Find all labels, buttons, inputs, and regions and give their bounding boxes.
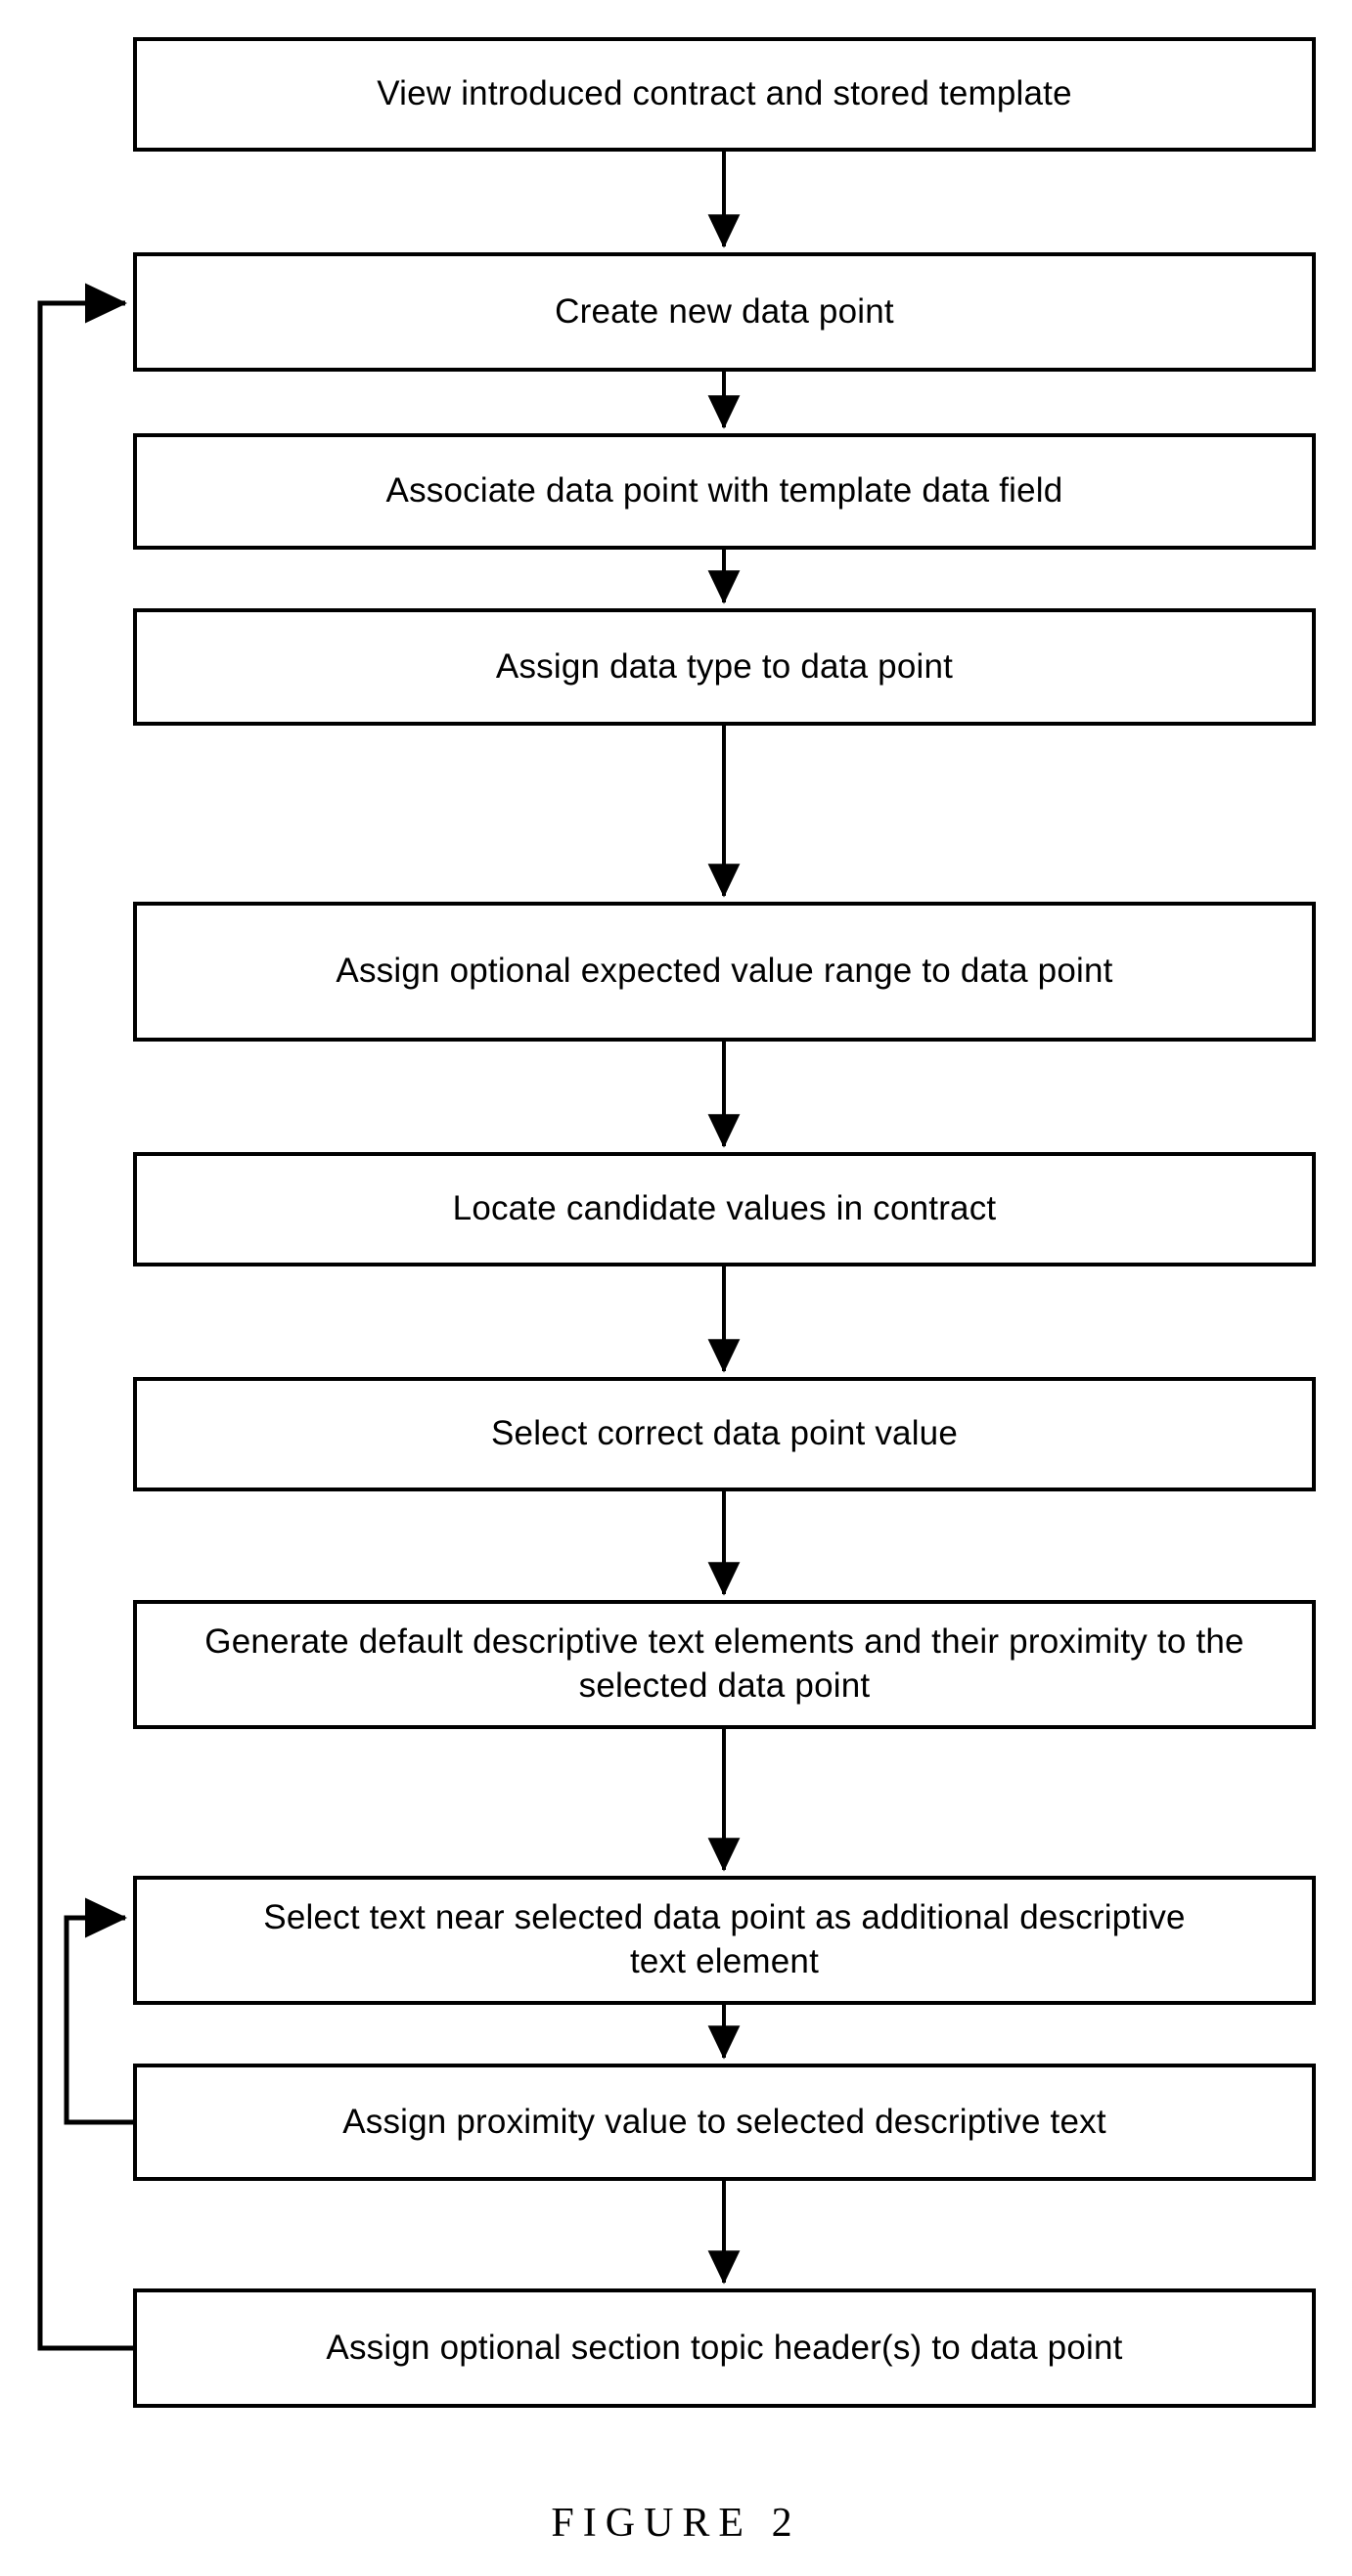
node-generate-default-descriptive-text-elements: Generate default descriptive text elemen… xyxy=(133,1600,1316,1729)
node-label: Select correct data point value xyxy=(490,1414,959,1453)
node-label: Generate default descriptive text elemen… xyxy=(204,1622,1244,1705)
outer-feedback-loop xyxy=(37,283,133,2351)
node-label: Locate candidate values in contract xyxy=(452,1189,997,1228)
node-label: Assign data type to data point xyxy=(495,646,954,686)
feedback-loop-group xyxy=(37,283,133,2351)
node-select-text-near-selected-data-point: Select text near selected data point as … xyxy=(133,1876,1316,2005)
node-label: View introduced contract and stored temp… xyxy=(377,74,1072,113)
node-view-contract-and-template: View introduced contract and stored temp… xyxy=(133,37,1316,152)
node-label: Assign optional section topic header(s) … xyxy=(326,2328,1123,2367)
node-assign-optional-section-topic-headers: Assign optional section topic header(s) … xyxy=(133,2288,1316,2408)
node-assign-data-type-to-data-point: Assign data type to data point xyxy=(133,608,1316,726)
node-select-correct-data-point-value: Select correct data point value xyxy=(133,1377,1316,1491)
node-label: Select text near selected data point as … xyxy=(263,1898,1186,1980)
node-assign-proximity-value-to-selected-text: Assign proximity value to selected descr… xyxy=(133,2064,1316,2181)
node-label: Create new data point xyxy=(555,291,894,331)
flowchart-connectors xyxy=(37,152,741,2351)
node-create-new-data-point: Create new data point xyxy=(133,252,1316,372)
node-label: Assign proximity value to selected descr… xyxy=(342,2102,1106,2141)
node-locate-candidate-values-in-contract: Locate candidate values in contract xyxy=(133,1152,1316,1266)
node-associate-data-point-with-template-data-field: Associate data point with template data … xyxy=(133,433,1316,550)
node-label: Assign optional expected value range to … xyxy=(336,952,1113,991)
node-assign-optional-expected-value-range: Assign optional expected value range to … xyxy=(133,902,1316,1042)
figure-caption: FIGURE 2 xyxy=(551,2501,801,2546)
figure-page: View introduced contract and stored temp… xyxy=(0,0,1352,2576)
inner-feedback-loop xyxy=(64,1897,133,2125)
node-label: Associate data point with template data … xyxy=(385,471,1063,511)
